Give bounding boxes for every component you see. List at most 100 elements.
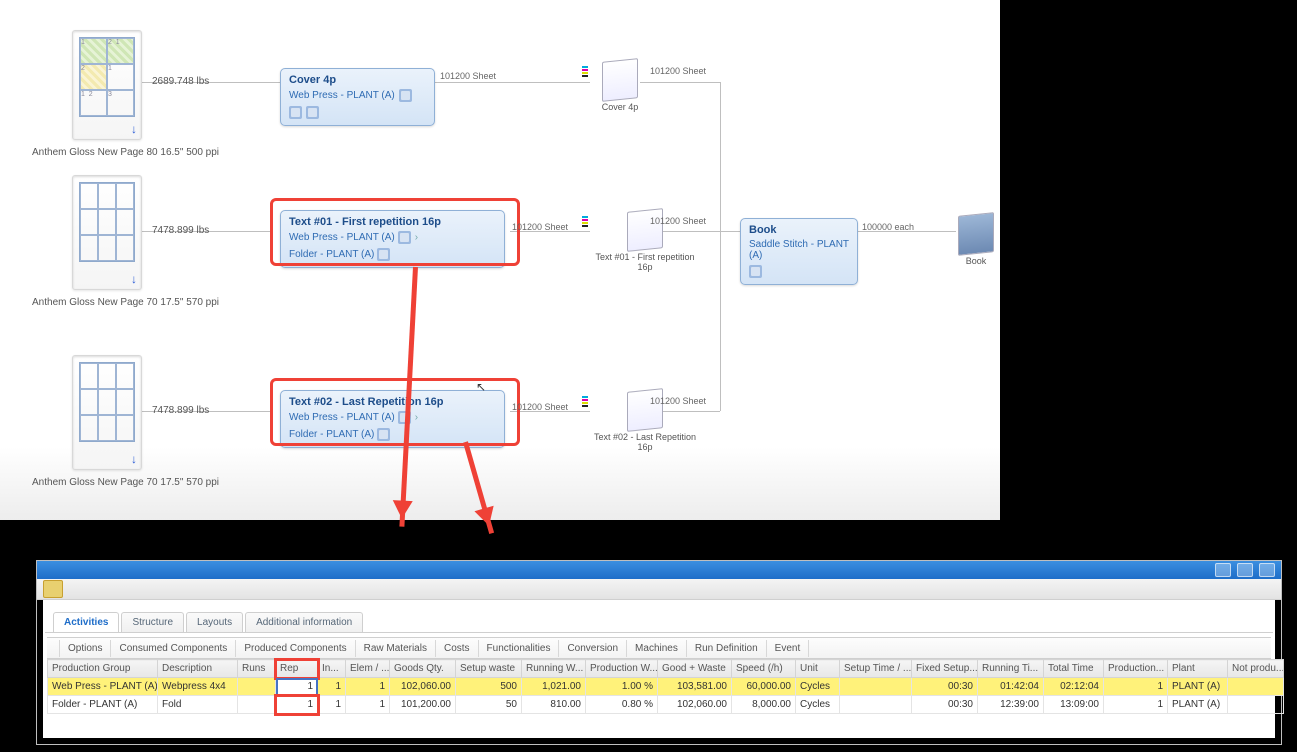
subtab-conversion[interactable]: Conversion [559,640,627,657]
cell[interactable]: 1.00 % [586,678,658,696]
component-label: Book [956,256,996,266]
col-production-group[interactable]: Production Group [48,660,158,678]
page-icon [627,208,663,252]
toolbar-button[interactable] [43,580,63,598]
cell[interactable]: PLANT (A) [1168,678,1228,696]
cell[interactable]: 1 [1104,696,1168,714]
cell[interactable]: 13:09:00 [1044,696,1104,714]
grid-row[interactable]: Web Press - PLANT (A) Webpress 4x4 1 1 1… [48,678,1284,696]
subtab-costs[interactable]: Costs [436,640,479,657]
cell[interactable] [840,696,912,714]
cell[interactable]: 50 [456,696,522,714]
col-production[interactable]: Production... [1104,660,1168,678]
col-fixed-setup[interactable]: Fixed Setup... [912,660,978,678]
cell[interactable]: 01:42:04 [978,678,1044,696]
material-thumb-cover[interactable]: 12 1 21 1 23 ↓ [72,30,142,140]
col-speed[interactable]: Speed (/h) [732,660,796,678]
cell[interactable]: 1 [346,696,390,714]
cell[interactable]: 60,000.00 [732,678,796,696]
maximize-icon[interactable] [1237,563,1253,577]
material-label: Anthem Gloss New Page 70 17.5" 570 ppi [32,297,232,308]
window-titlebar[interactable] [37,561,1281,579]
cell[interactable]: 1 [318,678,346,696]
cmyk-swatch-icon [582,216,588,227]
cell[interactable]: Web Press - PLANT (A) [48,678,158,696]
node-title: Book [749,224,849,236]
col-running-waste[interactable]: Running W... [522,660,586,678]
grid-row[interactable]: Folder - PLANT (A) Fold 1 1 1 101,200.00… [48,696,1284,714]
subtab-options[interactable]: Options [59,640,111,657]
cell[interactable]: 1 [346,678,390,696]
cell[interactable]: 0.80 % [586,696,658,714]
col-in[interactable]: In... [318,660,346,678]
cell[interactable]: 102,060.00 [390,678,456,696]
material-thumb-text1[interactable]: ↓ [72,175,142,290]
cell[interactable]: 810.00 [522,696,586,714]
process-node-text2[interactable]: Text #02 - Last Repetition 16p Web Press… [280,390,505,448]
tab-additional-info[interactable]: Additional information [245,612,363,632]
connector [720,82,721,231]
cell[interactable]: 00:30 [912,678,978,696]
subtab-machines[interactable]: Machines [627,640,687,657]
rep-cell[interactable]: 1 [276,696,318,714]
subtab-event[interactable]: Event [767,640,810,657]
activity-grid[interactable]: Production Group Description Runs Rep In… [47,659,1284,714]
cell[interactable]: 101,200.00 [390,696,456,714]
component-cover[interactable]: Cover 4p [590,60,650,112]
cell[interactable]: 1 [1104,678,1168,696]
col-total-time[interactable]: Total Time [1044,660,1104,678]
subtab-run-def[interactable]: Run Definition [687,640,767,657]
close-icon[interactable] [1259,563,1275,577]
gear-icon [289,106,302,119]
col-plant[interactable]: Plant [1168,660,1228,678]
col-not-produced[interactable]: Not produ... [1228,660,1284,678]
cell[interactable]: Cycles [796,696,840,714]
tab-structure[interactable]: Structure [121,612,184,632]
cell[interactable]: 1 [318,696,346,714]
cell[interactable]: PLANT (A) [1168,696,1228,714]
cell[interactable] [238,678,276,696]
col-setup-waste[interactable]: Setup waste [456,660,522,678]
cell[interactable]: Fold [158,696,238,714]
col-description[interactable]: Description [158,660,238,678]
cell[interactable]: 12:39:00 [978,696,1044,714]
cell[interactable] [1228,696,1284,714]
col-runs[interactable]: Runs [238,660,276,678]
tab-layouts[interactable]: Layouts [186,612,243,632]
cell[interactable]: 02:12:04 [1044,678,1104,696]
col-good-waste[interactable]: Good + Waste [658,660,732,678]
cell[interactable] [1228,678,1284,696]
cell[interactable] [238,696,276,714]
rep-cell-editing[interactable]: 1 [276,678,318,696]
col-setup-time[interactable]: Setup Time / ... [840,660,912,678]
col-goods-qty[interactable]: Goods Qty. [390,660,456,678]
process-node-book[interactable]: Book Saddle Stitch - PLANT (A) [740,218,858,285]
process-node-cover[interactable]: Cover 4p Web Press - PLANT (A) [280,68,435,126]
component-book[interactable]: Book [956,214,996,266]
process-node-text1[interactable]: Text #01 - First repetition 16p Web Pres… [280,210,505,268]
col-rep[interactable]: Rep [276,660,318,678]
cell[interactable] [840,678,912,696]
cell[interactable]: 102,060.00 [658,696,732,714]
tab-activities[interactable]: Activities [53,612,119,632]
cell[interactable]: 8,000.00 [732,696,796,714]
output-label: 101200 Sheet [650,216,706,226]
minimize-icon[interactable] [1215,563,1231,577]
cell[interactable]: Webpress 4x4 [158,678,238,696]
col-production-waste[interactable]: Production W... [586,660,658,678]
cell[interactable]: Cycles [796,678,840,696]
col-elem[interactable]: Elem / ... [346,660,390,678]
material-thumb-text2[interactable]: ↓ [72,355,142,470]
subtab-produced[interactable]: Produced Components [236,640,355,657]
subtab-functionalities[interactable]: Functionalities [479,640,560,657]
cell[interactable]: 500 [456,678,522,696]
subtab-consumed[interactable]: Consumed Components [111,640,236,657]
cell[interactable]: Folder - PLANT (A) [48,696,158,714]
cell[interactable]: 103,581.00 [658,678,732,696]
subtab-raw[interactable]: Raw Materials [356,640,436,657]
cell[interactable]: 1,021.00 [522,678,586,696]
col-running-time[interactable]: Running Ti... [978,660,1044,678]
component-label: Text #01 - First repetition 16p [590,252,700,272]
cell[interactable]: 00:30 [912,696,978,714]
col-unit[interactable]: Unit [796,660,840,678]
